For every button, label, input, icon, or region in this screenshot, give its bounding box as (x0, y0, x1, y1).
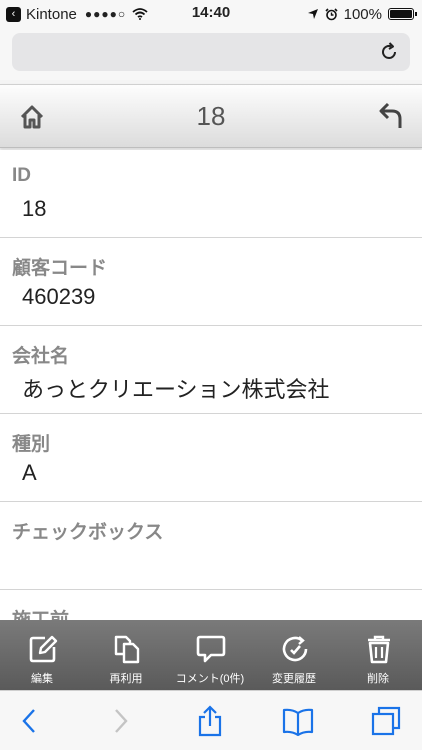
field-type: 種別 A (0, 414, 422, 502)
reuse-button[interactable]: 再利用 (84, 620, 168, 690)
field-id: ID 18 (0, 150, 422, 238)
trash-icon (368, 635, 390, 664)
record-fields: ID 18 顧客コード 460239 会社名 あっとクリエーション株式会社 種別… (0, 150, 422, 620)
field-value: 18 (22, 196, 47, 221)
field-value: あっとクリエーション株式会社 (22, 377, 330, 402)
back-arrow-icon (22, 709, 35, 733)
field-label: 会社名 (12, 346, 70, 367)
field-label: チェックボックス (12, 522, 164, 543)
copy-icon (114, 635, 140, 664)
bookmarks-icon (282, 708, 314, 737)
tabs-button[interactable] (370, 705, 402, 737)
edit-button[interactable]: 編集 (0, 620, 84, 690)
delete-label: 削除 (367, 673, 389, 685)
share-icon (198, 705, 222, 737)
bookmarks-button[interactable] (282, 705, 314, 737)
history-label: 変更履歴 (272, 673, 316, 685)
status-bar: ‹ Kintone ●●●●○ 14:40 100% (0, 0, 422, 28)
field-customer-code: 顧客コード 460239 (0, 238, 422, 326)
status-right: 100% (307, 4, 417, 24)
battery-fill (390, 10, 412, 18)
delete-button[interactable]: 削除 (336, 620, 420, 690)
share-button[interactable] (194, 705, 226, 737)
history-button[interactable]: 変更履歴 (252, 620, 336, 690)
return-icon[interactable] (378, 101, 408, 131)
back-button[interactable] (14, 705, 46, 737)
browser-address-area (0, 28, 422, 80)
field-value: 460239 (22, 284, 96, 309)
field-value: A (22, 460, 37, 485)
forward-button[interactable] (104, 705, 136, 737)
history-icon (282, 636, 308, 662)
record-header: 18 (0, 84, 422, 148)
comment-label: コメント(0件) (175, 673, 245, 685)
address-bar[interactable] (12, 33, 410, 71)
edit-label: 編集 (31, 673, 53, 685)
tabs-icon (371, 706, 401, 736)
record-title: 18 (196, 101, 226, 131)
comment-icon (196, 635, 226, 663)
edit-icon (29, 635, 58, 663)
field-before-construction: 施工前 (0, 590, 422, 620)
field-label: 顧客コード (12, 258, 108, 279)
record-action-toolbar: 編集 再利用 コメント(0件) 変更履歴 削除 (0, 620, 422, 690)
reload-icon[interactable] (378, 41, 400, 63)
field-label: ID (12, 165, 31, 186)
location-icon (307, 9, 318, 19)
field-company-name: 会社名 あっとクリエーション株式会社 (0, 326, 422, 414)
browser-toolbar (0, 690, 422, 750)
comment-button[interactable]: コメント(0件) (168, 620, 252, 690)
field-label: 種別 (12, 434, 51, 455)
reuse-label: 再利用 (109, 673, 143, 685)
alarm-icon (325, 7, 338, 20)
forward-arrow-icon (115, 709, 128, 733)
field-label: 施工前 (12, 605, 69, 620)
battery-icon (388, 8, 417, 20)
field-checkbox: チェックボックス (0, 502, 422, 590)
battery-percent: 100% (343, 5, 382, 23)
